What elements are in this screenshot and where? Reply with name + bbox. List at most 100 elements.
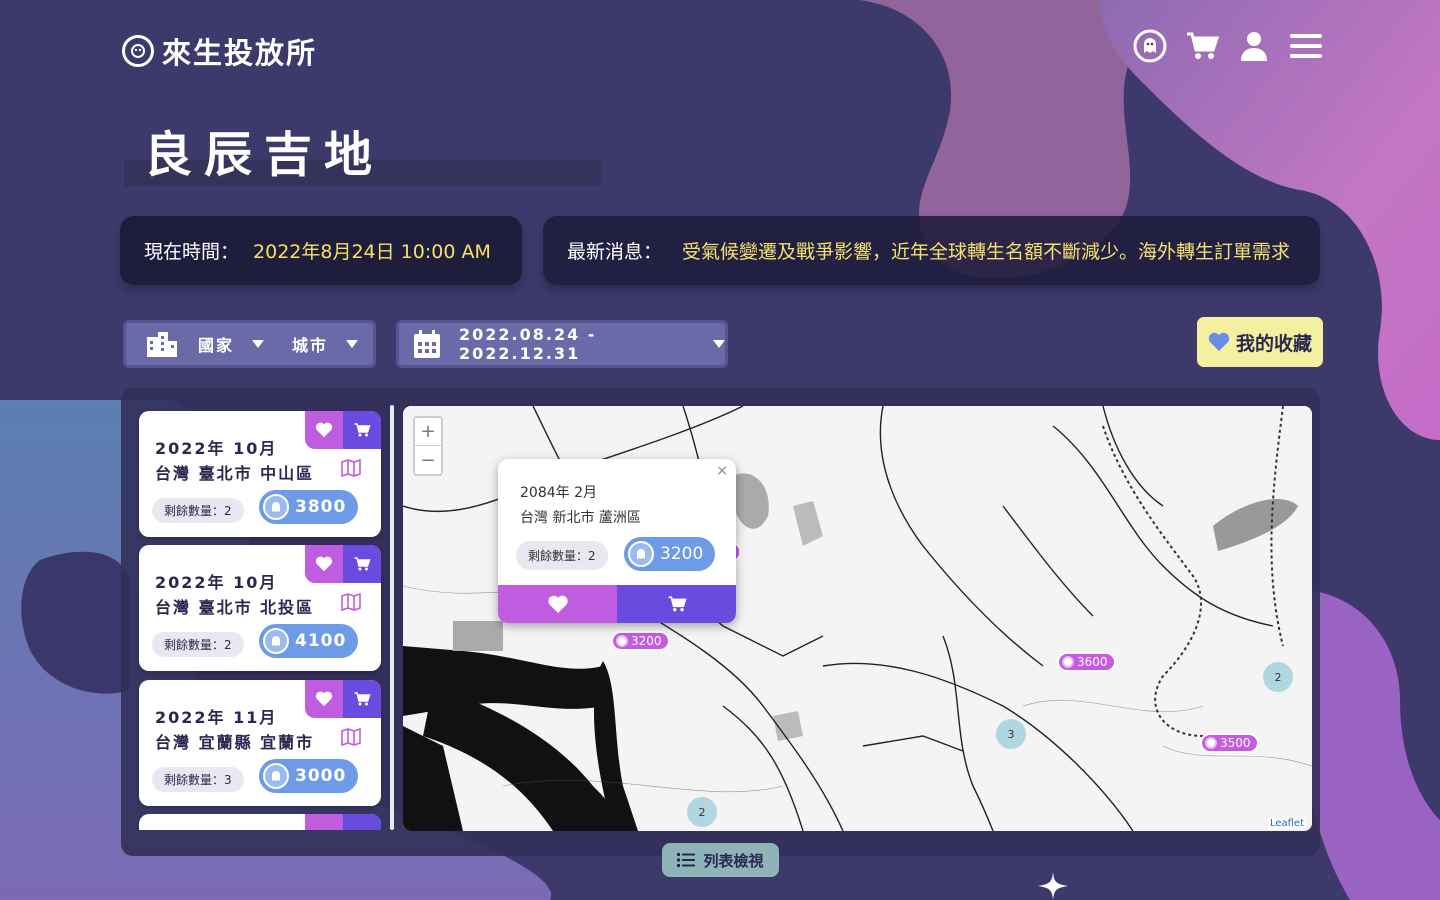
page-title-block: 良辰吉地 [124, 115, 601, 186]
ghost-coin-icon[interactable] [1132, 28, 1168, 64]
price-badge: 3800 [259, 490, 359, 524]
map-popup: × 2084年 2月 台灣 新北市 蘆洲區 剩餘數量：2 3200 [498, 459, 736, 623]
favorite-button[interactable] [305, 680, 343, 718]
ghost-coin-icon [1062, 656, 1074, 668]
list-view-button[interactable]: 列表檢視 [662, 843, 779, 877]
user-icon[interactable] [1236, 28, 1272, 64]
city-select-label: 城市 [292, 336, 329, 355]
map-cluster[interactable]: 2 [1263, 662, 1293, 692]
price-value: 3800 [295, 497, 347, 517]
price-badge: 3000 [259, 759, 359, 793]
date-range-filter[interactable]: 2022.08.24 - 2022.12.31 [396, 320, 728, 368]
marker-label: 3500 [1220, 736, 1251, 750]
popup-favorite-button[interactable] [498, 585, 617, 623]
popup-location: 台灣 新北市 蘆洲區 [520, 510, 641, 526]
price-marker[interactable]: 3600 [1057, 652, 1116, 672]
my-favorites-button[interactable]: 我的收藏 [1197, 317, 1323, 367]
map-icon[interactable] [341, 592, 361, 615]
current-time-panel: 現在時間： 2022年8月24日 10:00 AM [120, 216, 522, 285]
zoom-control: + − [413, 416, 443, 476]
price-value: 4100 [295, 631, 347, 651]
map-cluster[interactable]: 3 [996, 719, 1026, 749]
item-location: 台灣 臺北市 中山區 [155, 464, 315, 483]
list-scrollbar[interactable] [390, 405, 394, 830]
calendar-icon [413, 329, 441, 359]
popup-add-to-cart-button[interactable] [617, 585, 736, 623]
logo-text: 來生投放所 [162, 36, 318, 70]
price-value: 3000 [295, 766, 347, 786]
popup-price-value: 3200 [660, 544, 704, 564]
list-view-label: 列表檢視 [703, 851, 764, 870]
heart-icon [315, 691, 333, 707]
news-ticker: 受氣候變遷及戰爭影響，近年全球轉生名額不斷減少。海外轉生訂單需求 [682, 241, 1291, 263]
page-title: 良辰吉地 [144, 127, 385, 183]
date-range-value: 2022.08.24 - 2022.12.31 [459, 325, 597, 363]
map-view[interactable]: + − 3200 3600 3500 0 3 2 2 × 2084年 2月 台灣… [403, 406, 1312, 831]
country-select-label: 國家 [198, 336, 235, 355]
heart-icon [1208, 332, 1230, 352]
time-label: 現在時間： [144, 241, 240, 263]
remaining-quantity: 剩餘數量：2 [152, 498, 244, 523]
sparkle-icon [1038, 872, 1068, 900]
map-cluster[interactable]: 2 [687, 797, 717, 827]
result-list[interactable]: 2022年 10月 台灣 臺北市 中山區 剩餘數量：2 3800 2022年 1… [131, 405, 396, 830]
list-item[interactable]: 2022年 10月 台灣 臺北市 北投區 剩餘數量：2 4100 [139, 545, 381, 671]
zoom-out-button[interactable]: − [415, 446, 441, 474]
item-location: 台灣 宜蘭縣 宜蘭市 [155, 733, 315, 752]
list-item[interactable]: 2022年 10月 台灣 臺北市 中山區 剩餘數量：2 3800 [139, 411, 381, 537]
time-value: 2022年8月24日 10:00 AM [253, 241, 491, 263]
item-date: 2022年 10月 [155, 573, 278, 592]
map-attribution[interactable]: Leaflet [1267, 818, 1306, 829]
list-item[interactable]: 2022年 11月 台灣 宜蘭縣 宜蘭市 剩餘數量：3 3000 [139, 680, 381, 806]
heart-icon [547, 595, 568, 613]
marker-label: 3600 [1077, 655, 1108, 669]
ghost-coin-icon [628, 541, 654, 567]
price-marker[interactable]: 3200 [611, 631, 670, 651]
news-panel: 最新消息： 受氣候變遷及戰爭影響，近年全球轉生名額不斷減少。海外轉生訂單需求 [543, 216, 1320, 285]
favorite-button[interactable] [305, 814, 343, 830]
favorites-label: 我的收藏 [1235, 332, 1312, 355]
item-date: 2022年 10月 [155, 439, 278, 458]
popup-remaining-quantity: 剩餘數量：2 [516, 541, 608, 570]
cart-icon[interactable] [1184, 28, 1220, 64]
popup-date: 2084年 2月 [520, 485, 597, 501]
popup-price-badge: 3200 [624, 537, 716, 571]
remaining-quantity: 剩餘數量：3 [152, 767, 244, 792]
ghost-coin-icon [616, 635, 628, 647]
add-to-cart-button[interactable] [343, 545, 381, 583]
logo[interactable]: 來生投放所 [122, 30, 317, 72]
cart-icon [668, 596, 687, 612]
building-icon [146, 331, 178, 357]
map-icon[interactable] [341, 458, 361, 481]
remaining-quantity: 剩餘數量：2 [152, 632, 244, 657]
popup-close-button[interactable]: × [716, 463, 728, 479]
add-to-cart-button[interactable] [343, 814, 381, 830]
cart-icon [354, 557, 371, 571]
menu-icon[interactable] [1288, 28, 1324, 64]
add-to-cart-button[interactable] [343, 680, 381, 718]
favorite-button[interactable] [305, 545, 343, 583]
ghost-coin-icon [1205, 737, 1217, 749]
heart-icon [315, 422, 333, 438]
item-location: 台灣 臺北市 北投區 [155, 598, 315, 617]
cart-icon [354, 692, 371, 706]
ghost-logo-icon [122, 35, 154, 67]
map-icon[interactable] [341, 727, 361, 750]
heart-icon [315, 556, 333, 572]
price-marker[interactable]: 3500 [1200, 733, 1259, 753]
location-filter: 國家 城市 [123, 320, 376, 368]
ghost-coin-icon [263, 494, 289, 520]
list-item[interactable] [139, 814, 381, 830]
add-to-cart-button[interactable] [343, 411, 381, 449]
country-select[interactable]: 國家 [198, 332, 265, 356]
favorite-button[interactable] [305, 411, 343, 449]
marker-label: 3200 [631, 634, 662, 648]
item-date: 2022年 11月 [155, 708, 278, 727]
city-select[interactable]: 城市 [292, 332, 359, 356]
ghost-coin-icon [263, 763, 289, 789]
list-icon [677, 852, 696, 868]
cart-icon [354, 423, 371, 437]
price-badge: 4100 [259, 624, 359, 658]
top-nav-icons [1132, 28, 1324, 64]
zoom-in-button[interactable]: + [415, 418, 441, 446]
